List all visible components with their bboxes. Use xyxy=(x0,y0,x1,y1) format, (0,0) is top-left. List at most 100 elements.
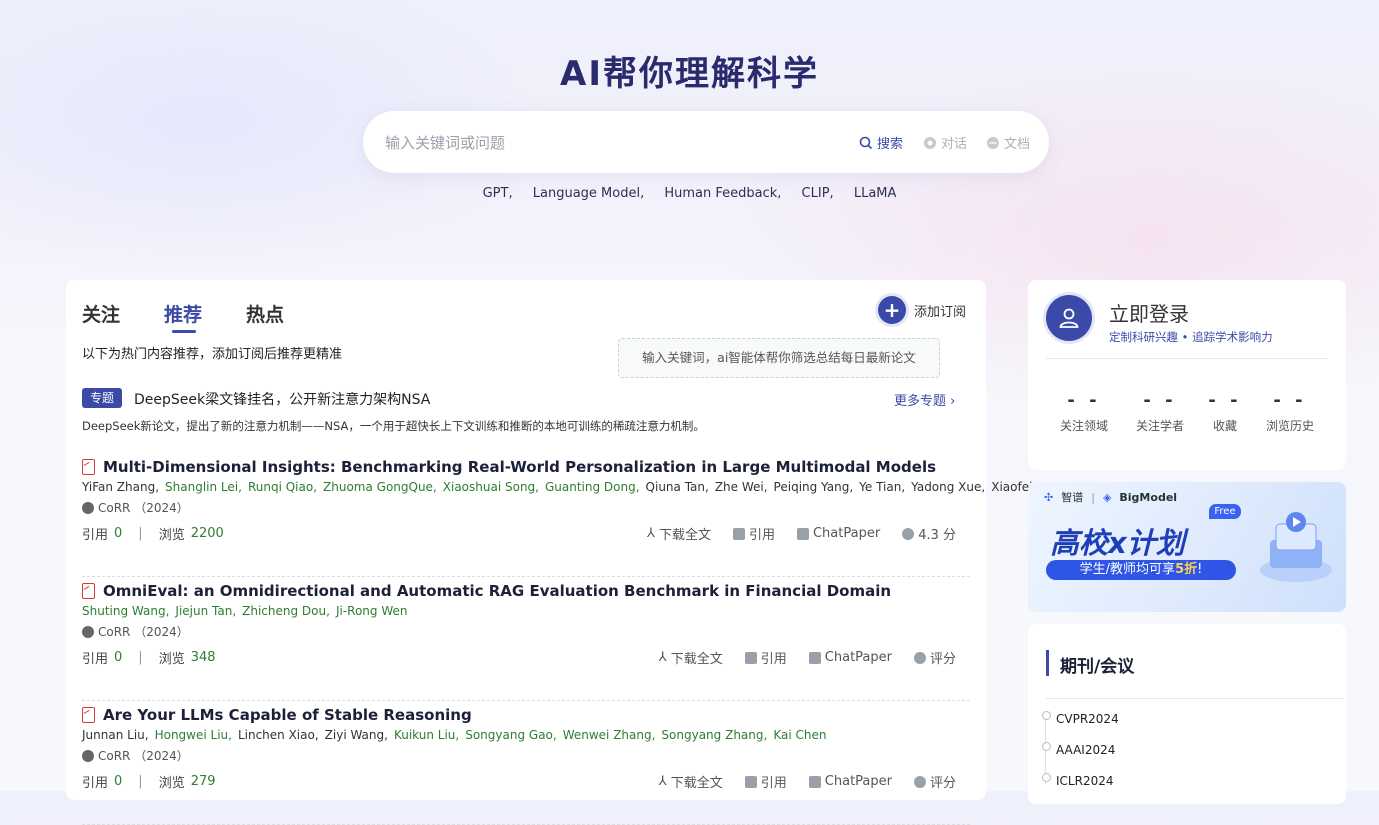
banner-illustration-icon xyxy=(1260,512,1332,582)
stat-follow-fields[interactable]: - - 关注领域 xyxy=(1044,390,1124,434)
add-subscription-button[interactable]: + 添加订阅 xyxy=(878,296,966,324)
view-label: 浏览 xyxy=(158,652,185,667)
author-name[interactable]: Jiejun Tan, xyxy=(175,604,236,618)
pill-prefix: 学生/教师均可享 xyxy=(1079,562,1176,577)
author-name[interactable]: Songyang Gao, xyxy=(465,728,556,742)
author-name: Ziyi Wang, xyxy=(324,728,388,742)
quote-button[interactable]: 引用 xyxy=(732,524,775,543)
paper-title-text: Are Your LLMs Capable of Stable Reasonin… xyxy=(103,706,472,724)
timeline-dot xyxy=(1042,773,1051,782)
rating-button[interactable]: 评分 xyxy=(913,772,956,791)
paper-title-text: OmniEval: an Omnidirectional and Automat… xyxy=(103,582,892,600)
topic-title[interactable]: DeepSeek梁文锋挂名，公开新注意力架构NSA xyxy=(134,389,430,409)
tab-recommend[interactable]: 推荐 xyxy=(164,300,202,327)
pill-suffix: ! xyxy=(1197,562,1203,577)
active-tab-indicator xyxy=(172,330,196,333)
feed-intro: 以下为热门内容推荐，添加订阅后推荐更精准 xyxy=(82,347,343,362)
chat-mode-label: 对话 xyxy=(941,137,968,152)
free-badge: Free xyxy=(1209,504,1241,519)
add-subscription-label: 添加订阅 xyxy=(914,304,967,320)
view-count: 2200 xyxy=(190,526,224,541)
subscription-tooltip: 输入关键词，ai智能体帮你筛选总结每日最新论文 xyxy=(618,338,940,378)
author-name[interactable]: Zhicheng Dou, xyxy=(242,604,330,618)
view-label: 浏览 xyxy=(158,776,185,791)
avatar[interactable] xyxy=(1046,295,1092,341)
author-name[interactable]: Kai Chen xyxy=(773,728,826,742)
quote-button[interactable]: 引用 xyxy=(744,648,787,667)
stat-history[interactable]: - - 浏览历史 xyxy=(1250,390,1330,434)
promo-banner[interactable]: ✣ 智谱 | ◈ BigModel 高校x计划 Free 学生/教师均可享5折! xyxy=(1028,482,1346,612)
download-button[interactable]: ⅄ 下载全文 xyxy=(659,648,723,667)
download-button[interactable]: ⅄ 下载全文 xyxy=(659,772,723,791)
search-icon xyxy=(859,136,873,149)
hot-tag[interactable]: LLaMA xyxy=(854,186,897,201)
login-link[interactable]: 立即登录 xyxy=(1109,298,1189,327)
author-name[interactable]: Hongwei Liu, xyxy=(155,728,232,742)
cite-count: 0 xyxy=(114,650,123,665)
tab-hot[interactable]: 热点 xyxy=(246,300,284,327)
hot-tag[interactable]: Human Feedback, xyxy=(664,186,781,201)
login-subtitle: 定制科研兴趣 • 追踪学术影响力 xyxy=(1109,330,1273,344)
more-topics-link[interactable]: 更多专题 › xyxy=(894,390,955,409)
author-name[interactable]: Guanting Dong, xyxy=(545,480,640,494)
stat-separator: | xyxy=(138,774,143,789)
author-name[interactable]: Shanglin Lei, xyxy=(165,480,242,494)
download-label: 下载全文 xyxy=(670,776,723,791)
author-name[interactable]: Songyang Zhang, xyxy=(661,728,767,742)
cite-count: 0 xyxy=(114,526,123,541)
journal-item[interactable]: ICLR2024 xyxy=(1056,774,1113,788)
journals-title: 期刊/会议 xyxy=(1060,657,1135,677)
bigmodel-logo-icon: ◈ xyxy=(1102,490,1112,504)
chatpaper-button[interactable]: ChatPaper xyxy=(808,648,892,667)
download-icon: ⅄ xyxy=(658,774,667,789)
doc-mode-label: 文档 xyxy=(1004,137,1031,152)
author-name[interactable]: Zhuoma GongQue, xyxy=(323,480,437,494)
doc-mode-button[interactable]: 文档 xyxy=(986,133,1030,152)
hot-tag[interactable]: Language Model, xyxy=(533,186,644,201)
brand-separator: | xyxy=(1091,490,1095,504)
author-name[interactable]: Kuikun Liu, xyxy=(394,728,459,742)
paper-title[interactable]: Multi-Dimensional Insights: Benchmarking… xyxy=(82,458,936,476)
journal-item[interactable]: AAAI2024 xyxy=(1056,743,1115,757)
hot-tag[interactable]: CLIP, xyxy=(802,186,834,201)
paper-title[interactable]: OmniEval: an Omnidirectional and Automat… xyxy=(82,582,891,600)
brand-bigmodel: BigModel xyxy=(1119,490,1178,504)
timeline-dot xyxy=(1042,742,1051,751)
tab-follow[interactable]: 关注 xyxy=(82,300,120,327)
search-input[interactable] xyxy=(383,129,827,157)
paper-authors: Junnan Liu, Hongwei Liu, Linchen Xiao, Ziyi… xyxy=(82,728,832,742)
author-name: Zhe Wei, xyxy=(714,480,768,494)
brand-zhipu: 智谱 xyxy=(1061,491,1084,504)
hot-tag[interactable]: GPT, xyxy=(483,186,513,201)
quote-icon xyxy=(732,527,745,540)
cite-count: 0 xyxy=(114,774,123,789)
venue-text: CoRR （2024） xyxy=(98,749,189,763)
chatpaper-button[interactable]: ChatPaper xyxy=(796,524,880,543)
journal-item[interactable]: CVPR2024 xyxy=(1056,712,1119,726)
view-count: 348 xyxy=(190,650,216,665)
paper-title[interactable]: Are Your LLMs Capable of Stable Reasonin… xyxy=(82,706,472,724)
section-accent-bar xyxy=(1046,650,1049,676)
paper-actions: ⅄ 下载全文 引用 ChatPaper 评分 xyxy=(659,772,956,791)
paper-stats: 引用 0 | 浏览 2200 xyxy=(82,524,224,543)
author-name[interactable]: Wenwei Zhang, xyxy=(563,728,656,742)
stat-separator: | xyxy=(138,650,143,665)
quote-icon xyxy=(744,775,757,788)
author-name: Ye Tian, xyxy=(859,480,906,494)
banner-brand: ✣ 智谱 | ◈ BigModel xyxy=(1044,489,1177,505)
author-name[interactable]: Ji-Rong Wen xyxy=(336,604,408,618)
quote-button[interactable]: 引用 xyxy=(744,772,787,791)
chat-mode-button[interactable]: 对话 xyxy=(923,133,967,152)
chatpaper-icon xyxy=(796,527,809,540)
search-mode-button[interactable]: 搜索 xyxy=(859,133,903,152)
chatpaper-button[interactable]: ChatPaper xyxy=(808,772,892,791)
author-name[interactable]: Shuting Wang, xyxy=(82,604,169,618)
download-button[interactable]: ⅄ 下载全文 xyxy=(647,524,711,543)
author-name[interactable]: Runqi Qiao, xyxy=(248,480,317,494)
zhipu-logo-icon: ✣ xyxy=(1044,490,1054,504)
paper-venue: CoRR （2024） xyxy=(82,747,189,764)
rating-button[interactable]: 评分 xyxy=(913,648,956,667)
rating-button[interactable]: 4.3 分 xyxy=(902,524,956,543)
rating-value: 评分 xyxy=(929,776,956,791)
author-name[interactable]: Xiaoshuai Song, xyxy=(443,480,539,494)
